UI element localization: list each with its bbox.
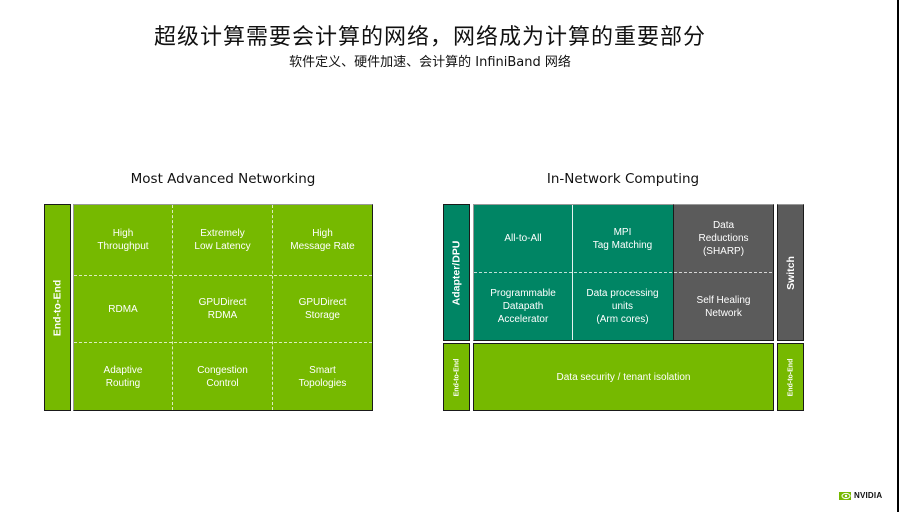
end-to-end-label-text: End-to-End bbox=[51, 279, 64, 336]
switch-label-text: Switch bbox=[784, 255, 797, 290]
nvidia-logo-text: NVIDIA bbox=[854, 491, 883, 500]
cell-extremely-low-latency: Extremely Low Latency bbox=[194, 228, 251, 252]
nvidia-logo: NVIDIA bbox=[839, 491, 882, 500]
data-security-bar: Data security / tenant isolation bbox=[473, 343, 774, 411]
cell-adaptive-routing: Adaptive Routing bbox=[103, 364, 143, 389]
adapter-dpu-label-text: Adapter/DPU bbox=[450, 240, 463, 305]
cell-congestion-control: Congestion Control bbox=[197, 364, 248, 389]
cell-high-throughput: High Throughput bbox=[97, 228, 149, 252]
cell-programmable-datapath-accelerator: Programmable Datapath Accelerator bbox=[490, 288, 556, 325]
switch-label: Switch bbox=[777, 204, 804, 341]
adapter-dpu-label: Adapter/DPU bbox=[443, 204, 470, 341]
left-end-to-end-label-text: End-to-End bbox=[453, 358, 460, 396]
cell-gpudirect-storage: GPUDirect Storage bbox=[298, 297, 347, 321]
nvidia-eye-icon bbox=[839, 491, 851, 500]
left-panel-title: Most Advanced Networking bbox=[130, 171, 316, 187]
right-panel-title: In-Network Computing bbox=[546, 171, 700, 187]
cell-data-reductions-sharp: Data Reductions (SHARP) bbox=[698, 220, 749, 257]
data-security-text: Data security / tenant isolation bbox=[556, 371, 691, 383]
cell-gpudirect-rdma: GPUDirect RDMA bbox=[198, 297, 247, 321]
cell-rdma: RDMA bbox=[108, 303, 138, 315]
right-end-to-end-label: End-to-End bbox=[777, 343, 804, 411]
cell-smart-topologies: Smart Topologies bbox=[298, 364, 347, 389]
cell-self-healing-network: Self Healing Network bbox=[696, 294, 751, 319]
cell-mpi-tag-matching: MPI Tag Matching bbox=[592, 226, 653, 251]
left-end-to-end-label: End-to-End bbox=[443, 343, 470, 411]
slide-title: 超级计算需要会计算的网络，网络成为计算的重要部分 bbox=[153, 25, 706, 50]
right-end-to-end-label-text: End-to-End bbox=[787, 358, 794, 396]
slide-subtitle: 软件定义、硬件加速、会计算的 InfiniBand 网络 bbox=[289, 55, 571, 70]
right-edge-rule bbox=[897, 0, 899, 512]
cell-all-to-all: All-to-All bbox=[504, 233, 542, 244]
cell-data-processing-units: Data processing units (Arm cores) bbox=[586, 288, 659, 325]
end-to-end-side-label: End-to-End bbox=[44, 204, 71, 411]
cell-high-message-rate: High Message Rate bbox=[290, 228, 355, 252]
